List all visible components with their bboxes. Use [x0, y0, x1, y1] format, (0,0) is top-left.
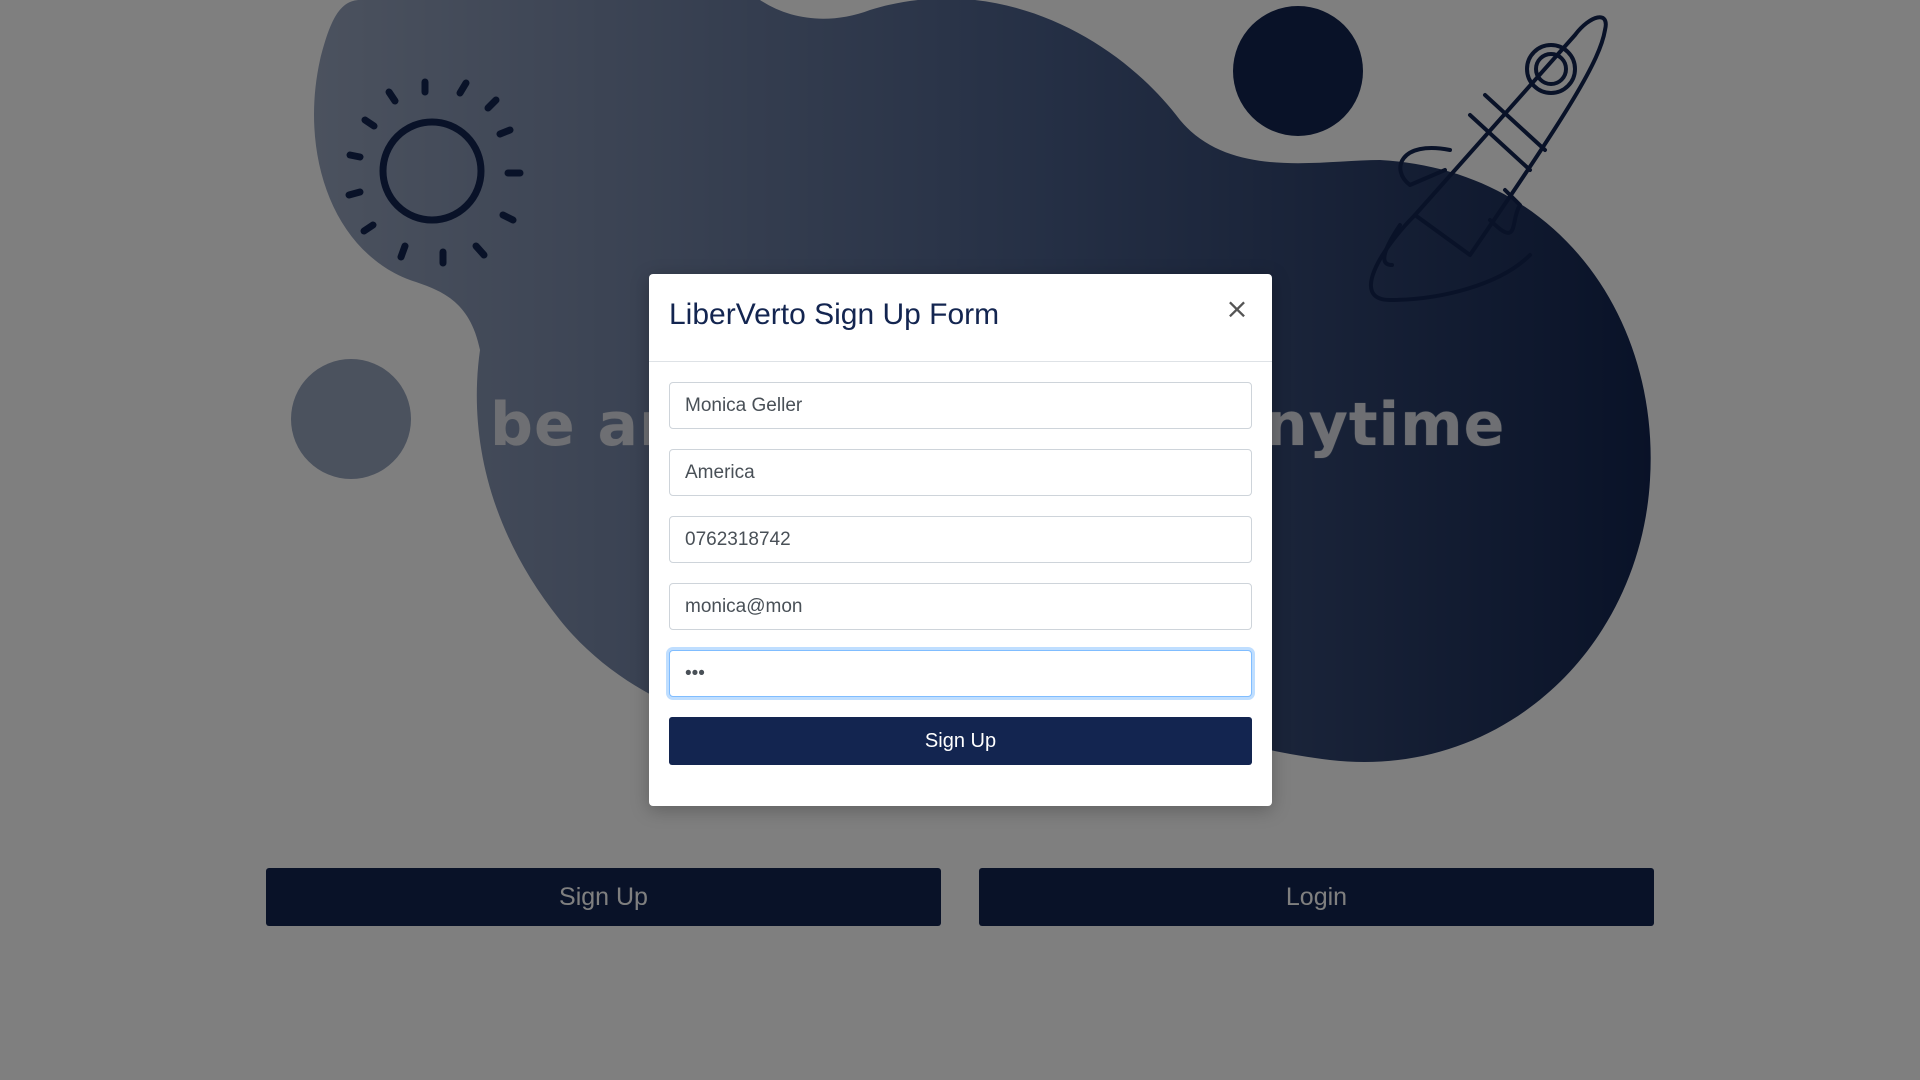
- password-field[interactable]: [669, 650, 1252, 697]
- name-field[interactable]: [669, 382, 1252, 429]
- email-field[interactable]: [669, 583, 1252, 630]
- phone-field[interactable]: [669, 516, 1252, 563]
- country-field[interactable]: [669, 449, 1252, 496]
- close-icon[interactable]: ×: [1222, 294, 1252, 324]
- signup-modal: LiberVerto Sign Up Form × Sign Up: [649, 274, 1272, 806]
- signup-form: Sign Up: [649, 362, 1272, 765]
- modal-header: LiberVerto Sign Up Form ×: [649, 274, 1272, 362]
- modal-title: LiberVerto Sign Up Form: [669, 298, 1000, 331]
- signup-submit-button[interactable]: Sign Up: [669, 717, 1252, 765]
